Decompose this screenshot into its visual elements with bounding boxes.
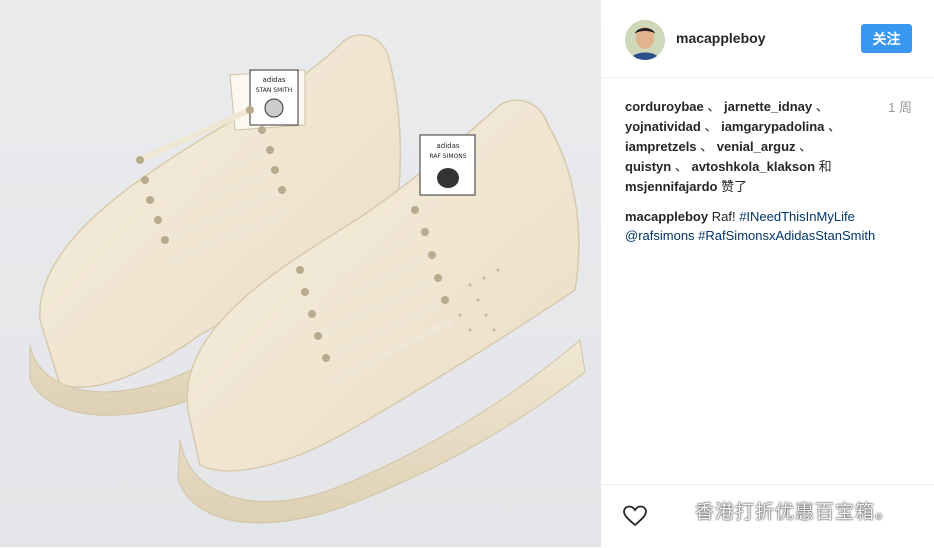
like-separator: 、 — [696, 139, 717, 154]
like-separator: 、 — [703, 99, 724, 114]
like-separator: 、 — [700, 119, 722, 134]
like-user[interactable]: yojnatividad — [625, 119, 701, 134]
hashtag-link[interactable]: #INeedThisInMyLife — [739, 209, 855, 224]
tongue-model-left: STAN SMITH — [256, 87, 292, 94]
like-separator: 、 — [795, 139, 813, 154]
like-separator: 和 — [815, 159, 832, 174]
like-separator: 、 — [824, 119, 842, 134]
like-user[interactable]: quistyn — [625, 159, 671, 174]
like-user[interactable]: msjennifajardo — [625, 179, 717, 194]
watermark: 香港打折优惠百宝箱。 — [667, 495, 895, 525]
sneakers-image: adidas STAN SMITH adidas RAF SIMONS — [29, 34, 586, 524]
post-caption: macappleboy Raf! #INeedThisInMyLife @raf… — [625, 207, 915, 245]
avatar-image — [625, 20, 665, 60]
like-user[interactable]: venial_arguz — [717, 139, 796, 154]
post-actions: 香港打折优惠百宝箱。 — [601, 484, 934, 548]
wechat-icon — [667, 501, 689, 518]
like-user[interactable]: iamgarypadolina — [721, 119, 824, 134]
heart-icon[interactable] — [623, 505, 647, 527]
like-separator: 、 — [812, 99, 829, 114]
caption-username[interactable]: macappleboy — [625, 209, 708, 224]
watermark-text: 香港打折优惠百宝箱。 — [695, 501, 896, 523]
instagram-post: adidas STAN SMITH adidas RAF SIMONS maca… — [0, 0, 934, 547]
mention-link[interactable]: @rafsimons — [625, 228, 695, 243]
like-separator: 、 — [671, 159, 692, 174]
likes-list: corduroybae 、 jarnette_idnay 、 yojnativi… — [625, 97, 880, 197]
post-photo[interactable]: adidas STAN SMITH adidas RAF SIMONS — [0, 0, 601, 547]
like-separator: 赞了 — [717, 179, 748, 194]
avatar[interactable] — [625, 20, 665, 60]
like-user[interactable]: corduroybae — [625, 99, 704, 114]
post-time[interactable]: 1 周 — [888, 97, 912, 116]
like-user[interactable]: avtoshkola_klakson — [691, 159, 815, 174]
post-header: macappleboy 关注 — [601, 0, 934, 78]
like-user[interactable]: jarnette_idnay — [724, 99, 812, 114]
like-user[interactable]: iampretzels — [625, 139, 697, 154]
tongue-brand-left: adidas — [262, 76, 285, 84]
tongue-model-right: RAF SIMONS — [429, 153, 466, 160]
hashtag-link[interactable]: #RafSimonsxAdidasStanSmith — [698, 228, 875, 243]
tongue-brand-right: adidas — [436, 142, 459, 150]
username[interactable]: macappleboy — [676, 30, 765, 46]
follow-button[interactable]: 关注 — [861, 24, 912, 53]
post-sidebar: macappleboy 关注 corduroybae 、 jarnette_id… — [601, 0, 934, 547]
caption-text: Raf! — [711, 209, 736, 224]
